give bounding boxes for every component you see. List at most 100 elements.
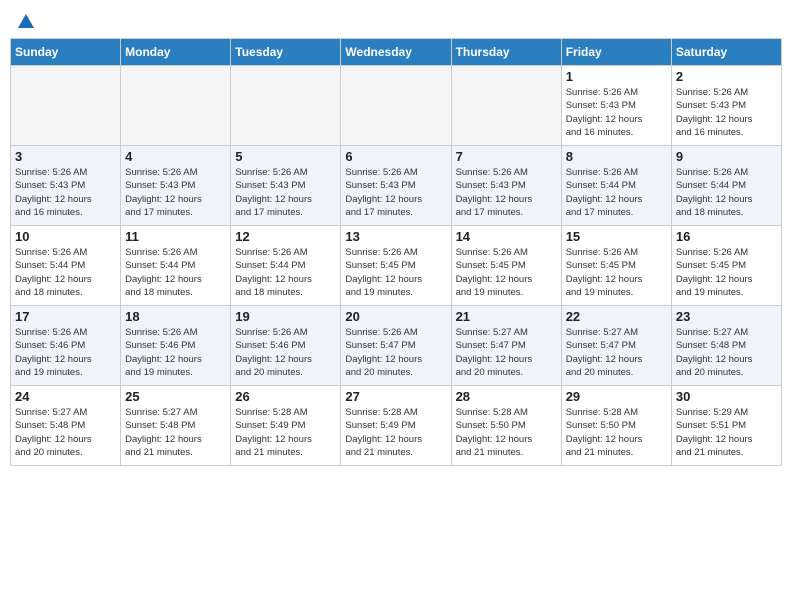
calendar-cell <box>121 66 231 146</box>
calendar-cell: 8 Sunrise: 5:26 AM Sunset: 5:44 PM Daylig… <box>561 146 671 226</box>
day-number: 5 <box>235 149 336 164</box>
day-number: 27 <box>345 389 446 404</box>
calendar-cell: 9 Sunrise: 5:26 AM Sunset: 5:44 PM Daylig… <box>671 146 781 226</box>
calendar-cell: 4Sunrise: 5:26 AM Sunset: 5:43 PM Daylig… <box>121 146 231 226</box>
day-info: Sunrise: 5:26 AM Sunset: 5:45 PM Dayligh… <box>345 246 446 299</box>
day-info: Sunrise: 5:26 AM Sunset: 5:43 PM Dayligh… <box>456 166 557 219</box>
day-number: 23 <box>676 309 777 324</box>
day-info: Sunrise: 5:26 AM Sunset: 5:46 PM Dayligh… <box>125 326 226 379</box>
day-info: Sunrise: 5:28 AM Sunset: 5:50 PM Dayligh… <box>566 406 667 459</box>
day-info: Sunrise: 5:26 AM Sunset: 5:46 PM Dayligh… <box>15 326 116 379</box>
weekday-header-thursday: Thursday <box>451 39 561 66</box>
day-number: 3 <box>15 149 116 164</box>
day-number: 11 <box>125 229 226 244</box>
day-number: 9 <box>676 149 777 164</box>
day-number: 2 <box>676 69 777 84</box>
day-info: Sunrise: 5:26 AM Sunset: 5:45 PM Dayligh… <box>456 246 557 299</box>
calendar-cell: 19 Sunrise: 5:26 AM Sunset: 5:46 PM Dayli… <box>231 306 341 386</box>
day-number: 19 <box>235 309 336 324</box>
day-number: 6 <box>345 149 446 164</box>
day-info: Sunrise: 5:27 AM Sunset: 5:47 PM Dayligh… <box>456 326 557 379</box>
calendar-cell: 28 Sunrise: 5:28 AM Sunset: 5:50 PM Dayli… <box>451 386 561 466</box>
day-number: 30 <box>676 389 777 404</box>
day-info: Sunrise: 5:26 AM Sunset: 5:45 PM Dayligh… <box>566 246 667 299</box>
day-info: Sunrise: 5:28 AM Sunset: 5:49 PM Dayligh… <box>345 406 446 459</box>
weekday-header-row: SundayMondayTuesdayWednesdayThursdayFrid… <box>11 39 782 66</box>
day-number: 25 <box>125 389 226 404</box>
day-number: 20 <box>345 309 446 324</box>
calendar-cell: 10Sunrise: 5:26 AM Sunset: 5:44 PM Dayli… <box>11 226 121 306</box>
day-info: Sunrise: 5:26 AM Sunset: 5:43 PM Dayligh… <box>566 86 667 139</box>
day-info: Sunrise: 5:26 AM Sunset: 5:44 PM Dayligh… <box>15 246 116 299</box>
calendar-week-row: 24 Sunrise: 5:27 AM Sunset: 5:48 PM Dayli… <box>11 386 782 466</box>
calendar-cell: 3 Sunrise: 5:26 AM Sunset: 5:43 PM Daylig… <box>11 146 121 226</box>
weekday-header-friday: Friday <box>561 39 671 66</box>
day-info: Sunrise: 5:26 AM Sunset: 5:47 PM Dayligh… <box>345 326 446 379</box>
day-info: Sunrise: 5:28 AM Sunset: 5:50 PM Dayligh… <box>456 406 557 459</box>
day-number: 17 <box>15 309 116 324</box>
day-info: Sunrise: 5:27 AM Sunset: 5:48 PM Dayligh… <box>676 326 777 379</box>
calendar-cell: 29 Sunrise: 5:28 AM Sunset: 5:50 PM Dayli… <box>561 386 671 466</box>
calendar-cell: 23 Sunrise: 5:27 AM Sunset: 5:48 PM Dayli… <box>671 306 781 386</box>
day-number: 8 <box>566 149 667 164</box>
calendar-cell: 30Sunrise: 5:29 AM Sunset: 5:51 PM Dayli… <box>671 386 781 466</box>
day-info: Sunrise: 5:26 AM Sunset: 5:43 PM Dayligh… <box>345 166 446 219</box>
day-info: Sunrise: 5:26 AM Sunset: 5:46 PM Dayligh… <box>235 326 336 379</box>
calendar-cell: 16 Sunrise: 5:26 AM Sunset: 5:45 PM Dayli… <box>671 226 781 306</box>
weekday-header-saturday: Saturday <box>671 39 781 66</box>
day-number: 28 <box>456 389 557 404</box>
calendar-cell: 1 Sunrise: 5:26 AM Sunset: 5:43 PM Daylig… <box>561 66 671 146</box>
day-info: Sunrise: 5:26 AM Sunset: 5:44 PM Dayligh… <box>676 166 777 219</box>
calendar-cell <box>341 66 451 146</box>
calendar-cell: 25 Sunrise: 5:27 AM Sunset: 5:48 PM Dayli… <box>121 386 231 466</box>
calendar-cell: 13 Sunrise: 5:26 AM Sunset: 5:45 PM Dayli… <box>341 226 451 306</box>
calendar-cell: 22 Sunrise: 5:27 AM Sunset: 5:47 PM Dayli… <box>561 306 671 386</box>
calendar-cell: 7 Sunrise: 5:26 AM Sunset: 5:43 PM Daylig… <box>451 146 561 226</box>
day-number: 7 <box>456 149 557 164</box>
day-number: 22 <box>566 309 667 324</box>
day-info: Sunrise: 5:28 AM Sunset: 5:49 PM Dayligh… <box>235 406 336 459</box>
calendar-week-row: 17 Sunrise: 5:26 AM Sunset: 5:46 PM Dayli… <box>11 306 782 386</box>
calendar-week-row: 3 Sunrise: 5:26 AM Sunset: 5:43 PM Daylig… <box>11 146 782 226</box>
calendar-cell: 20 Sunrise: 5:26 AM Sunset: 5:47 PM Dayli… <box>341 306 451 386</box>
day-info: Sunrise: 5:27 AM Sunset: 5:48 PM Dayligh… <box>15 406 116 459</box>
day-number: 21 <box>456 309 557 324</box>
day-number: 15 <box>566 229 667 244</box>
calendar-cell <box>451 66 561 146</box>
day-info: Sunrise: 5:26 AM Sunset: 5:43 PM Dayligh… <box>15 166 116 219</box>
weekday-header-sunday: Sunday <box>11 39 121 66</box>
calendar-cell: 17 Sunrise: 5:26 AM Sunset: 5:46 PM Dayli… <box>11 306 121 386</box>
day-number: 29 <box>566 389 667 404</box>
calendar-cell: 14 Sunrise: 5:26 AM Sunset: 5:45 PM Dayli… <box>451 226 561 306</box>
day-number: 12 <box>235 229 336 244</box>
calendar-cell: 24 Sunrise: 5:27 AM Sunset: 5:48 PM Dayli… <box>11 386 121 466</box>
calendar-cell: 18 Sunrise: 5:26 AM Sunset: 5:46 PM Dayli… <box>121 306 231 386</box>
day-number: 13 <box>345 229 446 244</box>
calendar-cell: 5 Sunrise: 5:26 AM Sunset: 5:43 PM Daylig… <box>231 146 341 226</box>
calendar-body: 1 Sunrise: 5:26 AM Sunset: 5:43 PM Daylig… <box>11 66 782 466</box>
calendar-table: SundayMondayTuesdayWednesdayThursdayFrid… <box>10 38 782 466</box>
calendar-cell: 11 Sunrise: 5:26 AM Sunset: 5:44 PM Dayli… <box>121 226 231 306</box>
weekday-header-monday: Monday <box>121 39 231 66</box>
day-info: Sunrise: 5:26 AM Sunset: 5:44 PM Dayligh… <box>235 246 336 299</box>
calendar-cell: 26 Sunrise: 5:28 AM Sunset: 5:49 PM Dayli… <box>231 386 341 466</box>
day-number: 1 <box>566 69 667 84</box>
logo <box>16 14 34 26</box>
day-number: 18 <box>125 309 226 324</box>
day-info: Sunrise: 5:27 AM Sunset: 5:47 PM Dayligh… <box>566 326 667 379</box>
day-info: Sunrise: 5:26 AM Sunset: 5:44 PM Dayligh… <box>125 246 226 299</box>
calendar-cell <box>231 66 341 146</box>
calendar-cell: 15 Sunrise: 5:26 AM Sunset: 5:45 PM Dayli… <box>561 226 671 306</box>
day-info: Sunrise: 5:27 AM Sunset: 5:48 PM Dayligh… <box>125 406 226 459</box>
day-number: 16 <box>676 229 777 244</box>
day-number: 24 <box>15 389 116 404</box>
day-info: Sunrise: 5:26 AM Sunset: 5:44 PM Dayligh… <box>566 166 667 219</box>
day-info: Sunrise: 5:26 AM Sunset: 5:45 PM Dayligh… <box>676 246 777 299</box>
day-number: 26 <box>235 389 336 404</box>
calendar-cell: 27 Sunrise: 5:28 AM Sunset: 5:49 PM Dayli… <box>341 386 451 466</box>
day-number: 4 <box>125 149 226 164</box>
calendar-cell: 12 Sunrise: 5:26 AM Sunset: 5:44 PM Dayli… <box>231 226 341 306</box>
calendar-cell: 2Sunrise: 5:26 AM Sunset: 5:43 PM Daylig… <box>671 66 781 146</box>
day-number: 14 <box>456 229 557 244</box>
day-info: Sunrise: 5:26 AM Sunset: 5:43 PM Dayligh… <box>235 166 336 219</box>
